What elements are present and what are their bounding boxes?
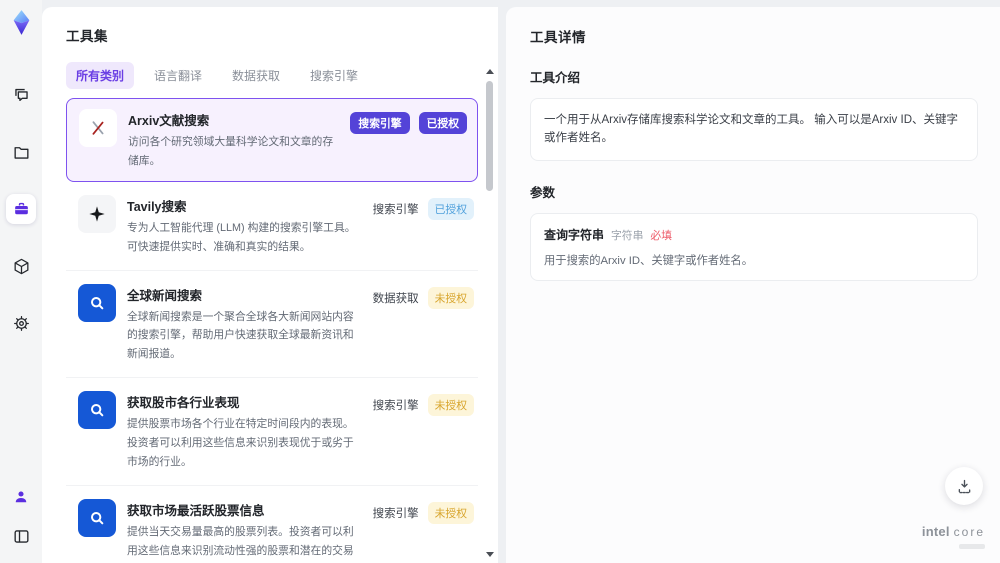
cube-icon xyxy=(12,257,31,276)
sidebar-nav xyxy=(6,80,36,338)
search-icon xyxy=(78,391,116,430)
tool-row-global-news[interactable]: 全球新闻搜索 全球新闻搜索是一个聚合全球各大新闻网站内容的搜索引擎，帮助用户快速… xyxy=(66,271,478,379)
parameter-type: 字符串 xyxy=(611,229,644,242)
tab-data-acquisition[interactable]: 数据获取 xyxy=(222,62,290,89)
tool-row-tavily[interactable]: Tavily搜索 专为人工智能代理 (LLM) 构建的搜索引擎工具。可快速提供实… xyxy=(66,182,478,271)
arxiv-icon xyxy=(79,109,117,147)
list-scrollbar[interactable] xyxy=(485,69,494,557)
search-icon xyxy=(78,283,116,322)
scrollbar-up-arrow-icon[interactable] xyxy=(486,69,494,74)
tab-language-translation[interactable]: 语言翻译 xyxy=(144,62,212,89)
sidebar-item-toolbox[interactable] xyxy=(6,194,36,224)
download-icon xyxy=(955,477,974,496)
tool-description: 访问各个研究领域大量科学论文和文章的存储库。 xyxy=(128,136,334,167)
auth-status-badge: 未授权 xyxy=(427,394,474,417)
params-section-title: 参数 xyxy=(530,185,556,200)
tool-list-panel: 工具集 所有类别 语言翻译 数据获取 搜索引擎 Arxiv文献搜索 访问各个研究… xyxy=(42,7,498,563)
category-label: 搜索引擎 xyxy=(372,203,419,216)
sidebar xyxy=(0,0,42,563)
details-title: 工具详情 xyxy=(530,30,586,45)
tool-card-arxiv[interactable]: Arxiv文献搜索 访问各个研究领域大量科学论文和文章的存储库。 搜索引擎 已授… xyxy=(66,98,478,182)
tool-name: Arxiv文献搜索 xyxy=(128,114,210,128)
intel-core-logo: intel core xyxy=(922,524,985,539)
tool-row-active-stocks[interactable]: 获取市场最活跃股票信息 提供当天交易量最高的股票列表。投资者可以利用这些信息来识… xyxy=(66,486,478,563)
app-logo-gem-icon[interactable] xyxy=(8,9,35,36)
sidebar-bottom xyxy=(6,482,36,551)
category-label: 数据获取 xyxy=(372,292,419,305)
category-label: 搜索引擎 xyxy=(372,400,419,413)
tab-search-engine[interactable]: 搜索引擎 xyxy=(300,62,368,89)
tool-row-sector-performance[interactable]: 获取股市各行业表现 提供股票市场各个行业在特定时间段内的表现。投资者可以利用这些… xyxy=(66,378,478,486)
scrollbar-down-arrow-icon[interactable] xyxy=(486,552,494,557)
tool-intro-box: 一个用于从Arxiv存储库搜索科学论文和文章的工具。 输入可以是Arxiv ID… xyxy=(530,98,978,161)
tool-description: 提供当天交易量最高的股票列表。投资者可以利用这些信息来识别流动性强的股票和潜在的… xyxy=(127,525,354,557)
panel-toggle-icon xyxy=(12,527,31,546)
tool-name: 获取市场最活跃股票信息 xyxy=(127,503,265,518)
tool-name: 全球新闻搜索 xyxy=(127,288,203,303)
user-avatar-icon xyxy=(12,488,30,506)
folder-icon xyxy=(12,143,31,162)
sidebar-item-chat[interactable] xyxy=(6,80,36,110)
tool-details-panel: 工具详情 工具介绍 一个用于从Arxiv存储库搜索科学论文和文章的工具。 输入可… xyxy=(506,7,1000,563)
auth-status-badge: 未授权 xyxy=(427,501,474,524)
tool-description: 提供股票市场各个行业在特定时间段内的表现。投资者可以利用这些信息来识别表现优于或… xyxy=(127,418,354,469)
auth-status-badge: 已授权 xyxy=(418,112,467,134)
sparkle-icon xyxy=(78,194,116,233)
tool-description: 专为人工智能代理 (LLM) 构建的搜索引擎工具。可快速提供实时、准确和真实的结… xyxy=(127,221,356,253)
auth-status-badge: 已授权 xyxy=(427,197,474,220)
tab-all-categories[interactable]: 所有类别 xyxy=(66,62,135,89)
tool-list: Arxiv文献搜索 访问各个研究领域大量科学论文和文章的存储库。 搜索引擎 已授… xyxy=(66,98,498,563)
parameter-description: 用于搜索的Arxiv ID、关键字或作者姓名。 xyxy=(544,254,753,267)
chat-icon xyxy=(12,86,31,105)
category-tabs: 所有类别 语言翻译 数据获取 搜索引擎 xyxy=(66,62,498,89)
sidebar-item-collapse[interactable] xyxy=(6,521,36,551)
category-badge: 搜索引擎 xyxy=(350,112,410,134)
tool-name: Tavily搜索 xyxy=(127,199,187,214)
sidebar-item-files[interactable] xyxy=(6,137,36,167)
tool-description: 全球新闻搜索是一个聚合全球各大新闻网站内容的搜索引擎，帮助用户快速获取全球最新资… xyxy=(127,310,354,361)
search-icon xyxy=(78,498,116,537)
sidebar-item-account[interactable] xyxy=(6,482,36,512)
brand-intel-text: intel xyxy=(921,524,950,539)
parameter-required-flag: 必填 xyxy=(650,229,672,242)
parameter-card: 查询字符串 字符串 必填 用于搜索的Arxiv ID、关键字或作者姓名。 xyxy=(530,212,978,281)
parameter-name: 查询字符串 xyxy=(544,227,605,242)
tool-name: 获取股市各行业表现 xyxy=(127,396,240,411)
toolbox-icon xyxy=(12,200,31,219)
settings-gear-icon xyxy=(12,314,31,333)
brand-core-text: core xyxy=(953,525,985,539)
sidebar-item-packages[interactable] xyxy=(6,251,36,281)
sidebar-item-settings[interactable] xyxy=(6,308,36,338)
page-title: 工具集 xyxy=(66,29,108,44)
auth-status-badge: 未授权 xyxy=(427,286,474,309)
download-button[interactable] xyxy=(945,467,983,505)
category-label: 搜索引擎 xyxy=(372,507,419,520)
intro-section-title: 工具介绍 xyxy=(530,71,581,85)
scrollbar-thumb[interactable] xyxy=(486,81,493,191)
brand-subtext-mark xyxy=(959,544,985,549)
